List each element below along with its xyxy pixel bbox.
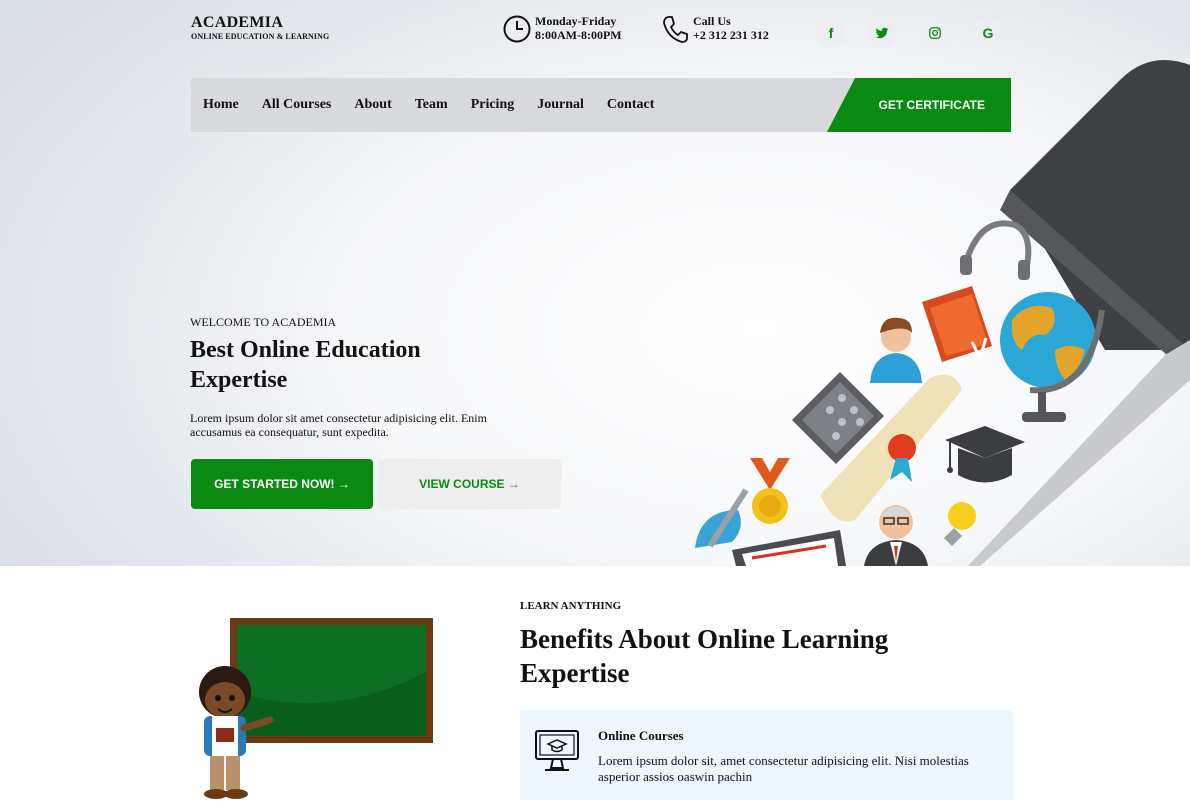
document-icon	[732, 530, 846, 566]
hero-title: Best Online Education Expertise	[190, 337, 421, 393]
medal-icon	[750, 458, 790, 524]
phone-icon	[663, 16, 688, 43]
view-course-button[interactable]: VIEW COURSE →	[378, 459, 561, 509]
hours-value: 8:00AM-8:00PM	[535, 28, 622, 42]
facebook-icon: f	[828, 25, 834, 41]
feature-description: Lorem ipsum dolor sit, amet consectetur …	[598, 753, 969, 784]
brand-logo[interactable]: ACADEMIA ONLINE EDUCATION & LEARNING	[191, 14, 329, 42]
google-icon: G	[982, 25, 994, 41]
student-avatar-icon	[870, 317, 922, 383]
online-course-monitor-icon	[535, 730, 579, 771]
teacher-avatar-icon	[864, 505, 928, 566]
feature-title: Online Courses	[598, 728, 684, 743]
feature-card-online-courses[interactable]: Online Courses Lorem ipsum dolor sit, am…	[520, 710, 1013, 800]
nav-about[interactable]: About	[354, 97, 391, 113]
education-illustration	[695, 60, 1190, 566]
phone-title: Call Us	[693, 14, 731, 28]
nav-all-courses[interactable]: All Courses	[262, 97, 332, 113]
nav-journal[interactable]: Journal	[537, 97, 584, 113]
twitter-link[interactable]	[867, 18, 897, 48]
opening-hours: Monday-Friday 8:00AM-8:00PM	[502, 14, 622, 44]
twitter-icon	[875, 27, 889, 39]
contact-phone[interactable]: Call Us +2 312 231 312	[660, 14, 769, 44]
hours-title: Monday-Friday	[535, 14, 617, 28]
phone-number: +2 312 231 312	[693, 28, 769, 42]
nav-contact[interactable]: Contact	[607, 97, 654, 113]
hero-description: Lorem ipsum dolor sit amet consectetur a…	[190, 411, 487, 439]
instagram-link[interactable]	[920, 18, 950, 48]
facebook-link[interactable]: f	[816, 18, 846, 48]
clock-icon	[503, 15, 531, 43]
nav-home[interactable]: Home	[203, 97, 239, 113]
benefits-eyebrow: LEARN ANYTHING	[520, 600, 622, 612]
protractor-icon	[695, 488, 749, 548]
nav-team[interactable]: Team	[415, 97, 448, 113]
brand-tagline: ONLINE EDUCATION & LEARNING	[191, 32, 330, 41]
hero-eyebrow: WELCOME TO ACADEMIA	[190, 315, 337, 329]
brand-name: ACADEMIA	[191, 14, 284, 31]
headphones-icon	[960, 220, 1032, 280]
benefits-title: Benefits About Online Learning Expertise	[520, 624, 889, 688]
graduation-cap-icon	[945, 426, 1025, 483]
light-bulb-icon	[944, 502, 976, 546]
get-started-button[interactable]: GET STARTED NOW! →	[191, 459, 373, 509]
google-link[interactable]: G	[973, 18, 1003, 48]
nav-pricing[interactable]: Pricing	[471, 97, 515, 113]
book-icon	[922, 286, 992, 363]
hero-section: ACADEMIA ONLINE EDUCATION & LEARNING Mon…	[0, 0, 1190, 566]
instagram-icon	[929, 27, 941, 39]
teacher-chalkboard-illustration	[199, 618, 433, 799]
